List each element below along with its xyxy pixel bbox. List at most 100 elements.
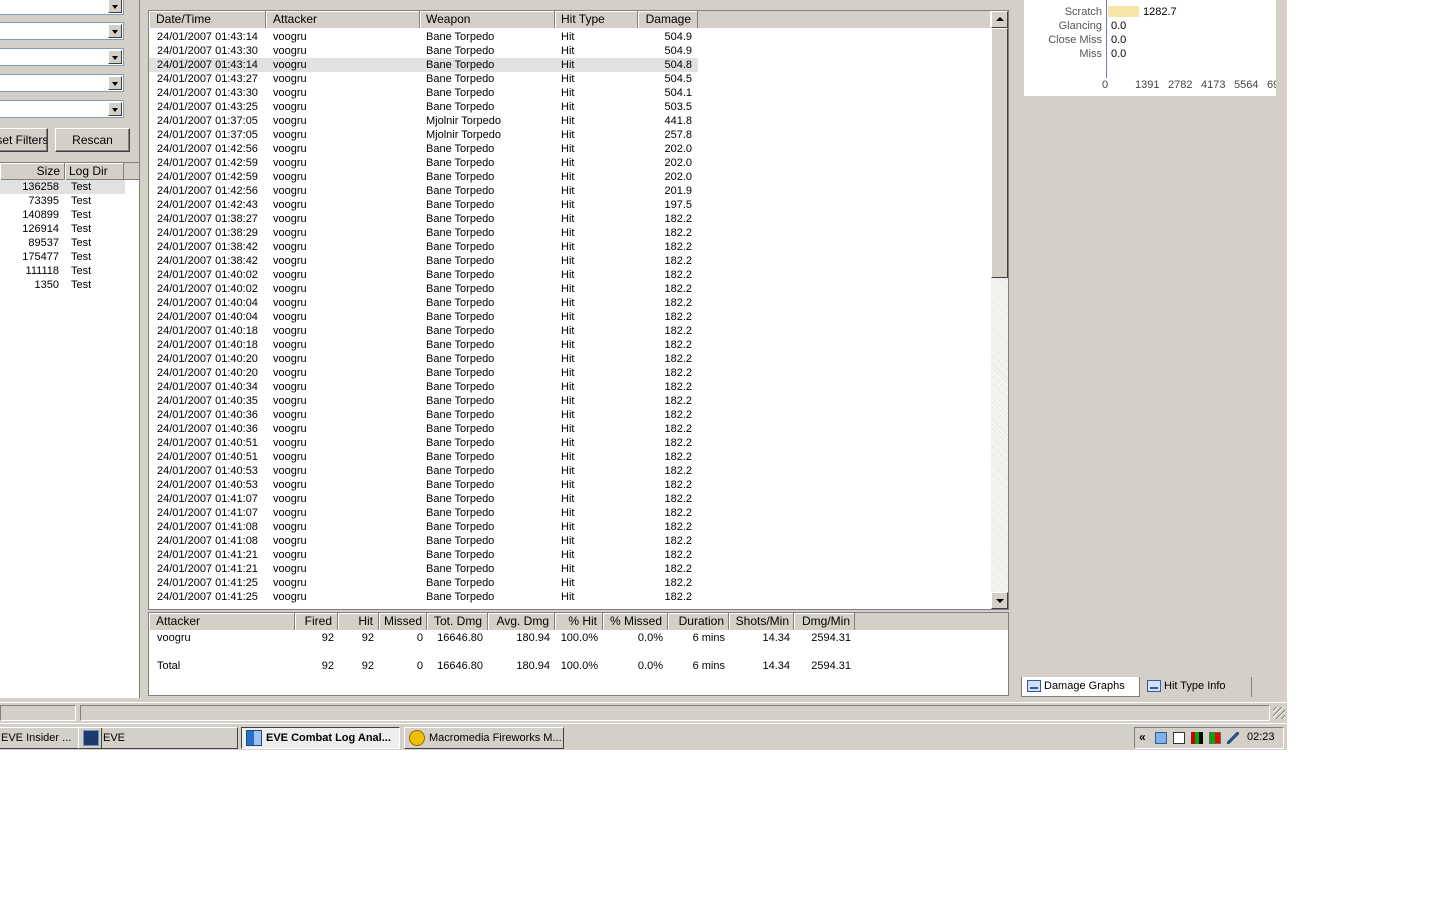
table-row[interactable]: 24/01/2007 01:37:05 voogru Mjolnir Torpedo… — [149, 114, 698, 128]
column-header-log-dir[interactable]: Log Dir — [65, 163, 124, 180]
table-row[interactable]: 24/01/2007 01:40:18 voogru Bane Torpedo Hit… — [149, 338, 698, 352]
chevron-down-icon[interactable] — [108, 24, 122, 38]
scroll-up-icon[interactable] — [991, 11, 1008, 28]
speaker-icon[interactable] — [1227, 732, 1239, 744]
column-header-fired[interactable]: Fired — [295, 613, 338, 630]
filter-combo-5[interactable] — [0, 100, 124, 118]
column-header-pct-hit[interactable]: % Hit — [555, 613, 603, 630]
table-row[interactable]: 24/01/2007 01:40:36 voogru Bane Torpedo Hit… — [149, 408, 698, 422]
list-item[interactable]: 1350 Test — [0, 278, 125, 292]
column-header-attacker[interactable]: Attacker — [266, 11, 420, 28]
table-row[interactable]: 24/01/2007 01:38:29 voogru Bane Torpedo Hit… — [149, 226, 698, 240]
column-header-hit[interactable]: Hit — [338, 613, 379, 630]
filter-combo-2[interactable] — [0, 22, 124, 40]
table-row[interactable]: Total 92 92 0 16646.80 180.94 100.0% 0.0% 6 mins… — [149, 659, 1008, 673]
column-header-hit-type[interactable]: Hit Type — [555, 11, 638, 28]
table-row[interactable]: 24/01/2007 01:40:02 voogru Bane Torpedo Hit… — [149, 268, 698, 282]
list-item[interactable]: 73395 Test — [0, 194, 125, 208]
table-row[interactable]: 24/01/2007 01:40:20 voogru Bane Torpedo Hit… — [149, 352, 698, 366]
filter-combo-4[interactable] — [0, 74, 124, 92]
list-item[interactable]: 140899 Test — [0, 208, 125, 222]
column-header-pct-missed[interactable]: % Missed — [603, 613, 668, 630]
table-row[interactable]: 24/01/2007 01:40:53 voogru Bane Torpedo Hit… — [149, 478, 698, 492]
table-row[interactable]: 24/01/2007 01:38:27 voogru Bane Torpedo Hit… — [149, 212, 698, 226]
table-row[interactable]: 24/01/2007 01:42:56 voogru Bane Torpedo Hit… — [149, 142, 698, 156]
table-row[interactable]: 24/01/2007 01:40:20 voogru Bane Torpedo Hit… — [149, 366, 698, 380]
summary-fired: 92 — [321, 660, 334, 672]
table-row[interactable]: 24/01/2007 01:42:56 voogru Bane Torpedo Hit… — [149, 184, 698, 198]
resize-grip-icon[interactable] — [1273, 707, 1285, 719]
app-tray-icon[interactable] — [1209, 732, 1221, 744]
list-item[interactable]: 126914 Test — [0, 222, 125, 236]
table-row[interactable]: 24/01/2007 01:42:59 voogru Bane Torpedo Hit… — [149, 156, 698, 170]
column-header-weapon[interactable]: Weapon — [420, 11, 555, 28]
column-header-avg-dmg[interactable]: Avg. Dmg — [488, 613, 555, 630]
table-row[interactable]: 24/01/2007 01:40:04 voogru Bane Torpedo Hit… — [149, 296, 698, 310]
table-row[interactable]: 24/01/2007 01:40:51 voogru Bane Torpedo Hit… — [149, 436, 698, 450]
table-row[interactable]: 24/01/2007 01:43:14 voogru Bane Torpedo Hit… — [149, 58, 698, 72]
table-row[interactable]: 24/01/2007 01:40:02 voogru Bane Torpedo Hit… — [149, 282, 698, 296]
table-row[interactable]: 24/01/2007 01:43:27 voogru Bane Torpedo Hit… — [149, 72, 698, 86]
filter-combo-1[interactable] — [0, 0, 124, 15]
rescan-button[interactable]: Rescan — [55, 128, 130, 152]
column-header-dmg-min[interactable]: Dmg/Min — [794, 613, 855, 630]
table-row[interactable]: 24/01/2007 01:40:36 voogru Bane Torpedo Hit… — [149, 422, 698, 436]
column-header-attacker[interactable]: Attacker — [149, 613, 295, 630]
scroll-down-icon[interactable] — [991, 592, 1008, 609]
table-row[interactable]: 24/01/2007 01:40:53 voogru Bane Torpedo Hit… — [149, 464, 698, 478]
filter-combo-3[interactable] — [0, 48, 124, 66]
network-icon[interactable] — [1155, 732, 1167, 744]
chevron-down-icon[interactable] — [108, 76, 122, 90]
table-row[interactable]: 24/01/2007 01:37:05 voogru Mjolnir Torpedo… — [149, 128, 698, 142]
column-header-date-time[interactable]: Date/Time — [149, 11, 266, 28]
table-row[interactable]: 24/01/2007 01:40:04 voogru Bane Torpedo Hit… — [149, 310, 698, 324]
table-row[interactable]: 24/01/2007 01:38:42 voogru Bane Torpedo Hit… — [149, 254, 698, 268]
table-row[interactable]: 24/01/2007 01:43:14 voogru Bane Torpedo Hit… — [149, 30, 698, 44]
tab-hit-type-info[interactable]: Hit Type Info — [1142, 677, 1252, 697]
tab-damage-graphs[interactable]: Damage Graphs — [1021, 677, 1140, 697]
table-row[interactable]: 24/01/2007 01:38:42 voogru Bane Torpedo Hit… — [149, 240, 698, 254]
column-header-missed[interactable]: Missed — [379, 613, 427, 630]
summary-duration: 6 mins — [692, 632, 725, 644]
hit-weapon: Bane Torpedo — [426, 339, 495, 351]
list-item[interactable]: 175477 Test — [0, 250, 125, 264]
hits-vertical-scrollbar[interactable] — [991, 11, 1008, 609]
chevron-down-icon[interactable] — [108, 102, 122, 116]
table-row[interactable]: 24/01/2007 01:41:08 voogru Bane Torpedo Hit… — [149, 534, 698, 548]
column-header-duration[interactable]: Duration — [668, 613, 729, 630]
list-item[interactable]: 136258 Test — [0, 180, 125, 194]
table-row[interactable]: 24/01/2007 01:41:08 voogru Bane Torpedo Hit… — [149, 520, 698, 534]
table-row[interactable]: 24/01/2007 01:40:35 voogru Bane Torpedo Hit… — [149, 394, 698, 408]
taskbar-item-eve-combat-log[interactable]: EVE Combat Log Anal... — [241, 727, 400, 749]
table-row[interactable]: 24/01/2007 01:41:07 voogru Bane Torpedo Hit… — [149, 506, 698, 520]
table-row[interactable]: 24/01/2007 01:43:25 voogru Bane Torpedo Hit… — [149, 100, 698, 114]
chevron-down-icon[interactable] — [108, 0, 122, 13]
list-item[interactable]: 89537 Test — [0, 236, 125, 250]
table-row[interactable]: 24/01/2007 01:43:30 voogru Bane Torpedo Hit… — [149, 86, 698, 100]
table-row[interactable]: 24/01/2007 01:42:43 voogru Bane Torpedo Hit… — [149, 198, 698, 212]
taskbar-item-fireworks[interactable]: Macromedia Fireworks M... — [404, 727, 564, 749]
column-header-damage[interactable]: Damage — [638, 11, 698, 28]
table-row[interactable]: 24/01/2007 01:42:59 voogru Bane Torpedo Hit… — [149, 170, 698, 184]
table-row[interactable]: 24/01/2007 01:40:51 voogru Bane Torpedo Hit… — [149, 450, 698, 464]
list-item[interactable]: 111118 Test — [0, 264, 125, 278]
table-row[interactable]: 24/01/2007 01:41:21 voogru Bane Torpedo Hit… — [149, 562, 698, 576]
table-row[interactable]: 24/01/2007 01:41:07 voogru Bane Torpedo Hit… — [149, 492, 698, 506]
reset-filters-button[interactable]: Reset Filters — [0, 128, 48, 152]
column-header-size[interactable]: Size — [0, 163, 65, 180]
column-header-tot-dmg[interactable]: Tot. Dmg — [427, 613, 488, 630]
chevron-down-icon[interactable] — [108, 50, 122, 64]
table-row[interactable]: 24/01/2007 01:40:34 voogru Bane Torpedo Hit… — [149, 380, 698, 394]
table-row[interactable]: voogru 92 92 0 16646.80 180.94 100.0% 0.0% 6 min… — [149, 631, 1008, 645]
table-row[interactable]: 24/01/2007 01:41:25 voogru Bane Torpedo Hit… — [149, 590, 698, 604]
column-header-shots-min[interactable]: Shots/Min — [729, 613, 794, 630]
table-row[interactable]: 24/01/2007 01:41:21 voogru Bane Torpedo Hit… — [149, 548, 698, 562]
taskbar-item-eve[interactable]: EVE — [78, 727, 238, 749]
table-row[interactable]: 24/01/2007 01:41:25 voogru Bane Torpedo Hit… — [149, 576, 698, 590]
table-row[interactable]: 24/01/2007 01:40:18 voogru Bane Torpedo Hit… — [149, 324, 698, 338]
table-row[interactable]: 24/01/2007 01:43:30 voogru Bane Torpedo Hit… — [149, 44, 698, 58]
tray-expand-icon[interactable]: « — [1139, 730, 1146, 744]
meter-icon[interactable] — [1191, 732, 1203, 744]
monitor-icon[interactable] — [1173, 732, 1185, 744]
scrollbar-thumb[interactable] — [991, 28, 1008, 278]
